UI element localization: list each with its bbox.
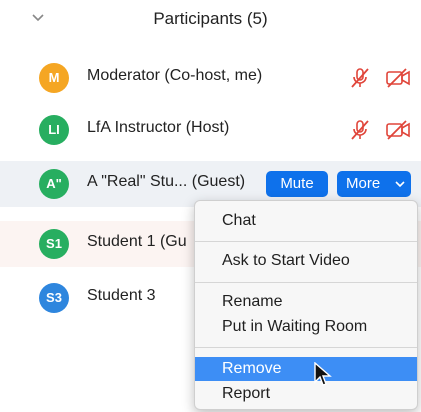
menu-divider (195, 282, 417, 283)
more-options-menu: Chat Ask to Start Video Rename Put in Wa… (194, 200, 418, 410)
mic-muted-icon (351, 120, 369, 140)
mute-button[interactable]: Mute (266, 171, 328, 197)
menu-divider (195, 241, 417, 242)
menu-divider (195, 347, 417, 348)
menu-item-remove[interactable]: Remove (195, 357, 417, 381)
menu-item-rename[interactable]: Rename (195, 290, 417, 314)
avatar: LI (39, 115, 69, 145)
avatar: S1 (39, 229, 69, 259)
panel-title: Participants (5) (153, 9, 268, 28)
mouse-cursor-icon (314, 362, 332, 386)
participant-row-instructor[interactable]: LI LfA Instructor (Host) (0, 107, 421, 153)
avatar: S3 (39, 283, 69, 313)
participant-row-moderator[interactable]: M Moderator (Co-host, me) (0, 55, 421, 101)
more-button[interactable]: More (337, 171, 411, 197)
menu-item-put-in-waiting-room[interactable]: Put in Waiting Room (195, 315, 417, 339)
menu-item-chat[interactable]: Chat (195, 209, 417, 233)
participant-name: Moderator (Co-host, me) (87, 67, 263, 84)
chevron-down-icon (395, 181, 405, 188)
participants-header: Participants (5) (0, 0, 421, 40)
more-button-label: More (346, 175, 381, 192)
participant-name: Student 1 (Gu (87, 233, 187, 250)
avatar: A" (39, 169, 69, 199)
participant-name: LfA Instructor (Host) (87, 119, 230, 136)
video-off-icon (386, 68, 410, 88)
avatar: M (39, 63, 69, 93)
mic-muted-icon (351, 68, 369, 88)
participant-name: A "Real" Stu... (Guest) (87, 173, 246, 190)
menu-item-report[interactable]: Report (195, 382, 417, 406)
menu-item-ask-to-start-video[interactable]: Ask to Start Video (195, 249, 417, 273)
participant-name: Student 3 (87, 287, 156, 304)
video-off-icon (386, 120, 410, 140)
